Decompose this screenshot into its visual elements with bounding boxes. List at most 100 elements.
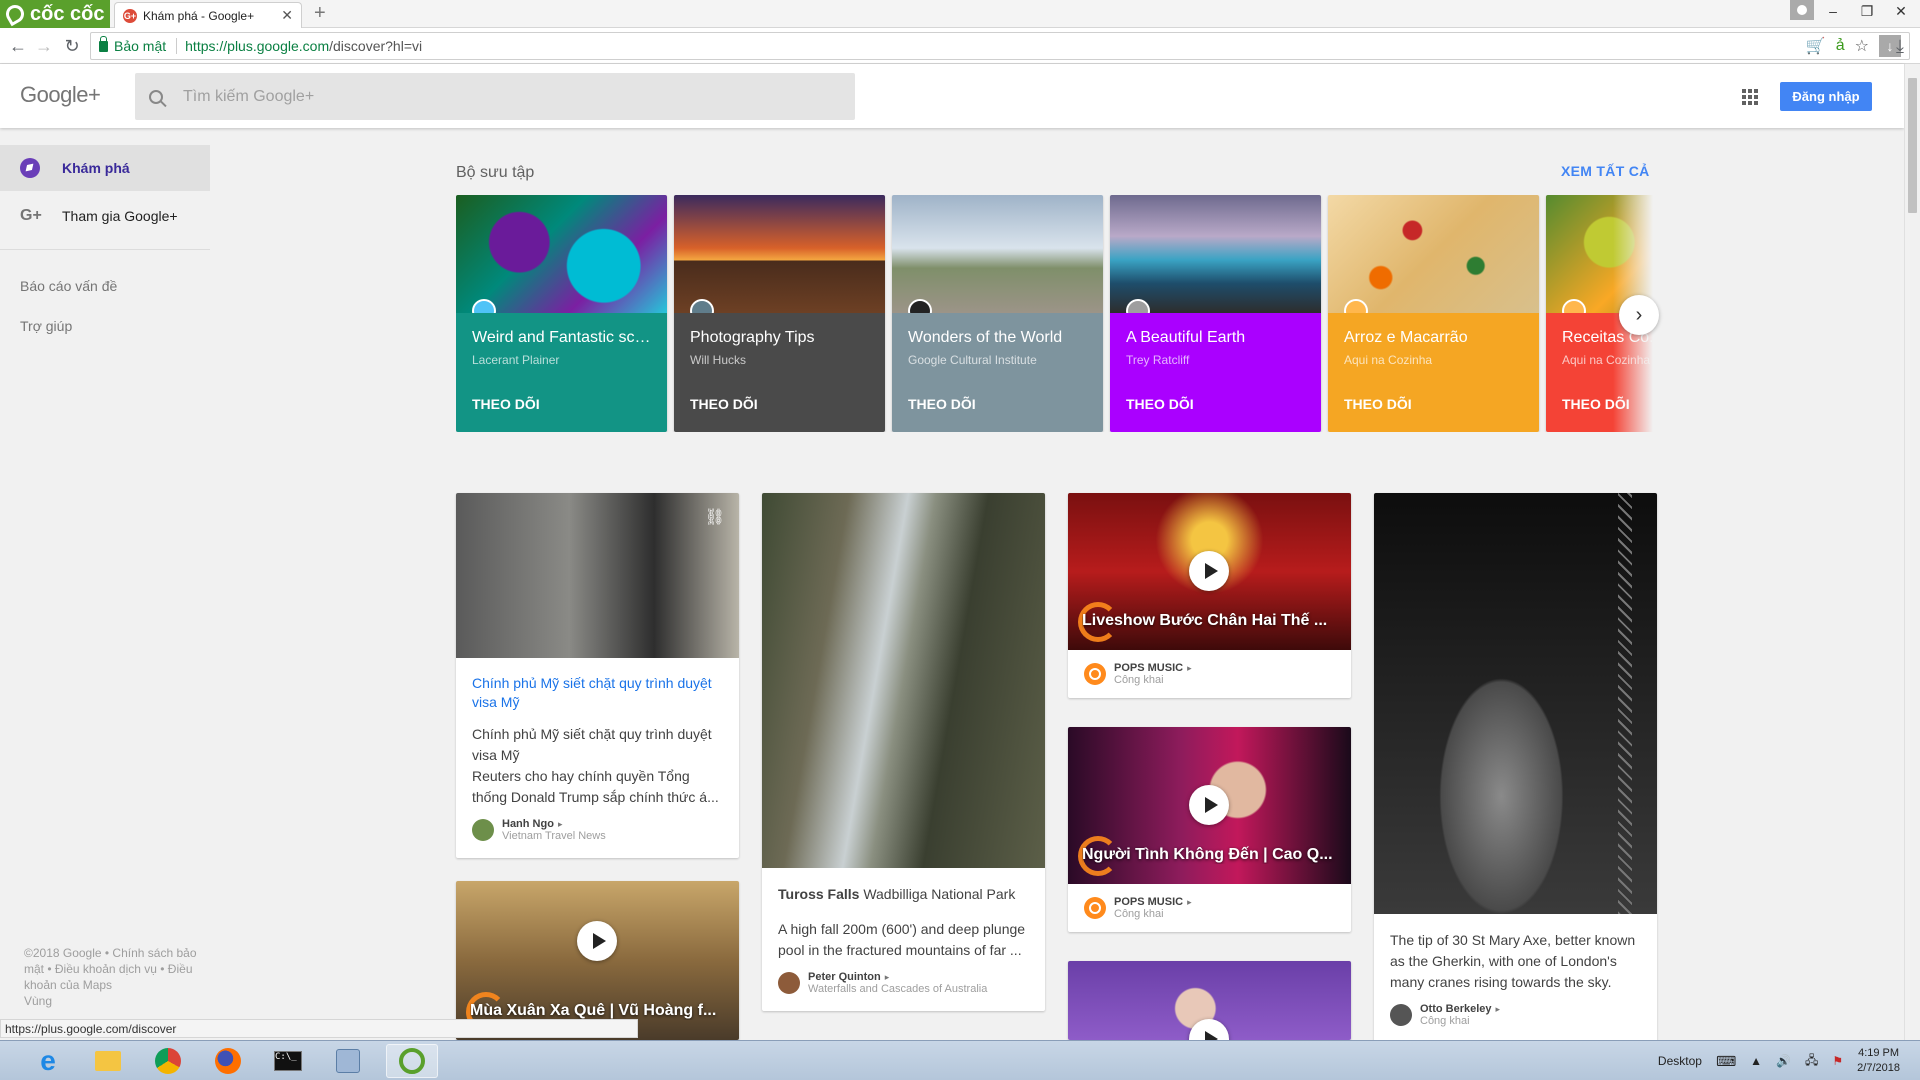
collection-card[interactable]: Photography Tips Will Hucks THEO DÕI [674, 195, 885, 432]
collection-owner: Will Hucks [690, 353, 746, 367]
folder-icon[interactable] [82, 1044, 134, 1078]
author-row[interactable]: POPS MUSIC ▸ Công khai [1084, 896, 1335, 920]
footer-region[interactable]: Vùng [24, 993, 204, 1009]
author-row[interactable]: POPS MUSIC ▸ Công khai [1084, 662, 1335, 686]
post-card[interactable] [1068, 961, 1351, 1040]
flag-icon[interactable]: ⚑ [1832, 1054, 1843, 1068]
clock[interactable]: 4:19 PM 2/7/2018 [1857, 1046, 1900, 1076]
follow-button[interactable]: THEO DÕI [690, 396, 758, 412]
page-scrollbar[interactable] [1904, 64, 1920, 1040]
typing-icon[interactable]: ả [1836, 37, 1845, 55]
author-name[interactable]: POPS MUSIC ▸ [1114, 662, 1192, 674]
post-text: A high fall 200m (600') and deep plunge … [778, 921, 1026, 958]
play-icon[interactable] [1189, 785, 1229, 825]
sidebar-divider [0, 249, 210, 250]
back-icon[interactable]: ← [6, 34, 30, 58]
post-text: The tip of 30 St Mary Axe, better known … [1390, 932, 1636, 990]
author-name[interactable]: POPS MUSIC ▸ [1114, 896, 1192, 908]
search-box[interactable] [135, 73, 855, 120]
close-window-icon[interactable]: ✕ [1884, 0, 1918, 22]
follow-button[interactable]: THEO DÕI [1344, 396, 1412, 412]
post-card[interactable]: Mùa Xuân Xa Quê | Vũ Hoàng f... [456, 881, 739, 1040]
collection-title: Wonders of the World [908, 329, 1063, 346]
restore-icon[interactable]: ❐ [1850, 0, 1884, 22]
desktop-label[interactable]: Desktop [1658, 1054, 1702, 1068]
author-row[interactable]: Otto Berkeley ▸ Công khai [1390, 1003, 1641, 1027]
author-sub: Công khai [1114, 674, 1164, 686]
coccoc-logo[interactable]: cốc cốc [0, 0, 110, 28]
signin-button[interactable]: Đăng nhập [1780, 82, 1872, 111]
post-body: POPS MUSIC ▸ Công khai [1068, 650, 1351, 698]
chevron-right-icon[interactable]: › [1619, 295, 1659, 335]
app-icon[interactable] [322, 1044, 374, 1078]
post-card[interactable]: Liveshow Bước Chân Hai Thế ... POPS MUSI… [1068, 493, 1351, 698]
author-row[interactable]: Peter Quinton ▸ Waterfalls and Cascades o… [778, 971, 1029, 995]
browser-tab[interactable]: G+ Khám phá - Google+ ✕ [114, 2, 302, 28]
firefox-icon[interactable] [202, 1044, 254, 1078]
volume-icon[interactable]: 🔊 [1776, 1054, 1791, 1068]
play-icon[interactable] [1189, 551, 1229, 591]
collection-owner: Trey Ratcliff [1126, 353, 1190, 367]
author-row[interactable]: Hanh Ngo ▸ Vietnam Travel News [472, 818, 723, 842]
coccoc-taskbar-icon[interactable] [386, 1044, 438, 1078]
close-tab-icon[interactable]: ✕ [281, 7, 293, 24]
address-bar[interactable]: Bảo mật https://plus.google.com /discove… [90, 32, 1910, 60]
sidebar-item-join[interactable]: G+ Tham gia Google+ [0, 193, 210, 239]
gplus-logo[interactable]: Google+ [20, 82, 101, 108]
omnibox-actions: 🛒 ả ☆ ↓ [1806, 35, 1901, 57]
chrome-icon[interactable] [142, 1044, 194, 1078]
post-card[interactable]: Người Tình Không Đến | Cao Q... POPS MUS… [1068, 727, 1351, 932]
ie-icon[interactable]: e [22, 1044, 74, 1078]
collection-card[interactable]: Wonders of the World Google Cultural Ins… [892, 195, 1103, 432]
pops-logo-icon [1084, 663, 1106, 685]
post-text: Reuters cho hay chính quyền Tổng thống D… [472, 768, 719, 805]
collection-body: A Beautiful Earth Trey Ratcliff THEO DÕI [1110, 313, 1321, 432]
author-name[interactable]: Hanh Ngo ▸ [502, 818, 606, 830]
collection-card[interactable]: A Beautiful Earth Trey Ratcliff THEO DÕI [1110, 195, 1321, 432]
collection-card[interactable]: Arroz e Macarrão Aqui na Cozinha THEO DÕ… [1328, 195, 1539, 432]
avatar [778, 972, 800, 994]
author-name[interactable]: Otto Berkeley ▸ [1420, 1003, 1500, 1015]
report-issue-link[interactable]: Báo cáo vấn đề [0, 266, 210, 306]
cmd-icon[interactable]: C:\_ [262, 1044, 314, 1078]
sidebar-item-explore[interactable]: Khám phá [0, 145, 210, 191]
collection-card[interactable]: Weird and Fantastic sci... Lacerant Plai… [456, 195, 667, 432]
show-hidden-icon[interactable]: ▲ [1750, 1054, 1762, 1068]
author-name[interactable]: Peter Quinton ▸ [808, 971, 987, 983]
omnibox-divider [176, 38, 178, 54]
forward-icon[interactable]: → [32, 34, 56, 58]
downloads-icon[interactable]: ⤓ [1888, 34, 1912, 58]
help-link[interactable]: Trợ giúp [0, 306, 210, 346]
post-link-title[interactable]: Chính phủ Mỹ siết chặt quy trình duyệt v… [472, 674, 723, 712]
keyboard-icon[interactable]: ⌨ [1716, 1053, 1736, 1070]
follow-button[interactable]: THEO DÕI [472, 396, 540, 412]
post-card[interactable]: ⛓ Chính phủ Mỹ siết chặt quy trình duyệt… [456, 493, 739, 858]
post-card[interactable]: Tuross Falls Wadbilliga National Park A … [762, 493, 1045, 1011]
follow-button[interactable]: THEO DÕI [908, 396, 976, 412]
post-body: Tuross Falls Wadbilliga National Park A … [762, 868, 1045, 1011]
star-icon[interactable]: ☆ [1855, 36, 1869, 56]
collection-body: Photography Tips Will Hucks THEO DÕI [674, 313, 885, 432]
new-tab-icon[interactable]: + [314, 2, 326, 25]
follow-button[interactable]: THEO DÕI [1126, 396, 1194, 412]
profile-icon[interactable] [1790, 0, 1814, 20]
collection-title: Photography Tips [690, 329, 815, 346]
play-icon[interactable] [577, 921, 617, 961]
footer-links[interactable]: ©2018 Google • Chính sách bảo mật • Điều… [24, 945, 204, 993]
sidebar-item-label: Khám phá [62, 160, 130, 176]
caret-right-icon: ▸ [1495, 1004, 1501, 1014]
apps-grid-icon[interactable] [1742, 89, 1758, 105]
scrollbar-thumb[interactable] [1908, 78, 1917, 213]
minimize-icon[interactable]: – [1816, 0, 1850, 22]
cart-icon[interactable]: 🛒 [1806, 36, 1826, 56]
post-card[interactable]: The tip of 30 St Mary Axe, better known … [1374, 493, 1657, 1043]
reload-icon[interactable]: ↻ [60, 34, 84, 58]
network-icon[interactable]: 🖧 [1805, 1051, 1818, 1072]
play-icon[interactable] [1189, 1019, 1229, 1040]
leaf-icon [2, 1, 28, 27]
sidebar-footer[interactable]: ©2018 Google • Chính sách bảo mật • Điều… [24, 945, 204, 1009]
see-all-link[interactable]: XEM TẤT CẢ [1561, 163, 1650, 179]
search-input[interactable] [183, 87, 783, 106]
taskbar: e C:\_ Desktop ⌨ ▲ 🔊 🖧 ⚑ 4:19 PM 2/7/201… [0, 1040, 1920, 1080]
url-domain: https://plus.google.com [185, 38, 330, 54]
